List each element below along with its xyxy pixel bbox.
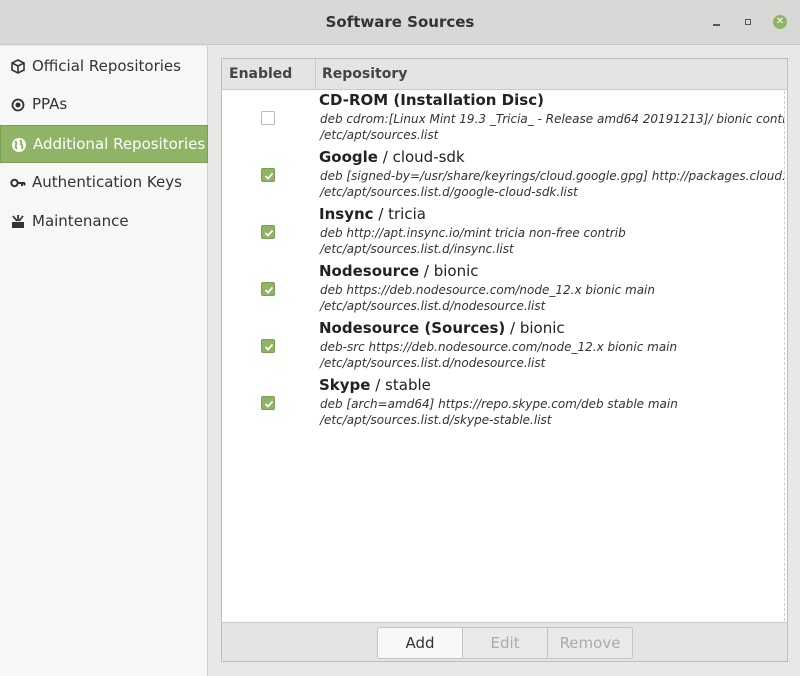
maximize-icon	[745, 19, 751, 25]
repository-name: CD-ROM (Installation Disc)	[319, 91, 544, 109]
close-button[interactable]: ✕	[768, 10, 792, 34]
sidebar: Official Repositories PPAs Additional Re…	[0, 46, 208, 676]
ppa-icon	[11, 98, 25, 112]
enabled-checkbox[interactable]	[261, 111, 275, 125]
maintenance-icon	[12, 215, 24, 228]
repository-line: deb http://apt.insync.io/mint tricia non…	[320, 226, 626, 240]
key-icon	[10, 178, 26, 188]
sidebar-item-authentication-keys[interactable]: Authentication Keys	[0, 164, 208, 202]
enabled-checkbox[interactable]	[261, 282, 275, 296]
sidebar-item-official-repositories[interactable]: Official Repositories	[0, 48, 208, 86]
enabled-checkbox[interactable]	[261, 339, 275, 353]
sidebar-item-label: Authentication Keys	[32, 173, 182, 191]
table-row[interactable]: Nodesource / bionic deb https://deb.node…	[222, 262, 784, 319]
repository-name: Insync	[319, 205, 374, 223]
repository-suite: / stable	[370, 376, 431, 394]
title-bar: Software Sources ✕	[0, 0, 800, 45]
remove-button[interactable]: Remove	[547, 627, 633, 659]
checkmark-icon	[264, 286, 274, 294]
repository-file: /etc/apt/sources.list	[320, 128, 439, 142]
repository-file: /etc/apt/sources.list.d/nodesource.list	[320, 356, 546, 370]
repository-name: Google	[319, 148, 378, 166]
close-icon: ✕	[773, 15, 787, 29]
repository-name: Skype	[319, 376, 371, 394]
repository-suite: / cloud-sdk	[377, 148, 465, 166]
repository-title: Insync / tricia	[319, 205, 426, 223]
repository-title: Nodesource (Sources) / bionic	[319, 319, 565, 337]
button-bar: Add Edit Remove	[222, 622, 787, 661]
repository-name: Nodesource	[319, 262, 420, 280]
column-header-enabled[interactable]: Enabled	[229, 66, 292, 82]
table-row[interactable]: Google / cloud-sdk deb [signed-by=/usr/s…	[222, 148, 785, 205]
repositories-panel: Enabled Repository CD-ROM (Installation …	[221, 58, 788, 662]
repository-title: Skype / stable	[319, 376, 431, 394]
table-row[interactable]: Skype / stable deb [arch=amd64] https://…	[222, 376, 784, 433]
repository-line: deb cdrom:[Linux Mint 19.3 _Tricia_ - Re…	[320, 112, 785, 126]
repository-suite: / bionic	[419, 262, 479, 280]
repository-list: CD-ROM (Installation Disc) deb cdrom:[Li…	[222, 91, 785, 621]
enabled-checkbox[interactable]	[261, 225, 275, 239]
table-header: Enabled Repository	[222, 59, 787, 90]
sidebar-item-maintenance[interactable]: Maintenance	[0, 203, 208, 241]
repository-suite: / tricia	[373, 205, 426, 223]
table-row[interactable]: Nodesource (Sources) / bionic deb-src ht…	[222, 319, 784, 376]
minimize-button[interactable]	[704, 10, 728, 34]
repository-name: Nodesource (Sources)	[319, 319, 506, 337]
table-row[interactable]: CD-ROM (Installation Disc) deb cdrom:[Li…	[222, 91, 785, 148]
package-icon	[11, 59, 25, 74]
repository-file: /etc/apt/sources.list.d/google-cloud-sdk…	[320, 185, 578, 199]
repository-line: deb [arch=amd64] https://repo.skype.com/…	[320, 397, 678, 411]
repository-line: deb [signed-by=/usr/share/keyrings/cloud…	[320, 169, 785, 183]
sidebar-item-label: PPAs	[32, 95, 68, 113]
checkmark-icon	[264, 229, 274, 237]
table-row[interactable]: Insync / tricia deb http://apt.insync.io…	[222, 205, 784, 262]
repository-line: deb-src https://deb.nodesource.com/node_…	[320, 340, 678, 354]
column-divider	[315, 59, 316, 90]
enabled-checkbox[interactable]	[261, 168, 275, 182]
minimize-icon	[713, 24, 720, 26]
enabled-checkbox[interactable]	[261, 396, 275, 410]
checkmark-icon	[264, 400, 274, 408]
edit-button[interactable]: Edit	[462, 627, 548, 659]
repository-title: Nodesource / bionic	[319, 262, 479, 280]
checkmark-icon	[264, 172, 274, 180]
repository-line: deb https://deb.nodesource.com/node_12.x…	[320, 283, 655, 297]
sidebar-item-ppas[interactable]: PPAs	[0, 86, 208, 124]
sidebar-item-label: Additional Repositories	[33, 135, 206, 153]
repository-file: /etc/apt/sources.list.d/skype-stable.lis…	[320, 413, 552, 427]
sidebar-item-additional-repositories[interactable]: Additional Repositories	[0, 125, 208, 163]
add-button[interactable]: Add	[377, 627, 463, 659]
sidebar-item-label: Maintenance	[32, 212, 129, 230]
sidebar-item-label: Official Repositories	[32, 57, 181, 75]
window-title: Software Sources	[325, 13, 475, 31]
repository-title: CD-ROM (Installation Disc)	[319, 91, 544, 109]
maximize-button[interactable]	[736, 10, 760, 34]
repository-file: /etc/apt/sources.list.d/insync.list	[320, 242, 514, 256]
column-header-repository[interactable]: Repository	[322, 66, 407, 82]
globe-icon	[12, 138, 26, 152]
checkmark-icon	[264, 343, 274, 351]
repository-title: Google / cloud-sdk	[319, 148, 465, 166]
repository-suite: / bionic	[505, 319, 565, 337]
repository-file: /etc/apt/sources.list.d/nodesource.list	[320, 299, 546, 313]
